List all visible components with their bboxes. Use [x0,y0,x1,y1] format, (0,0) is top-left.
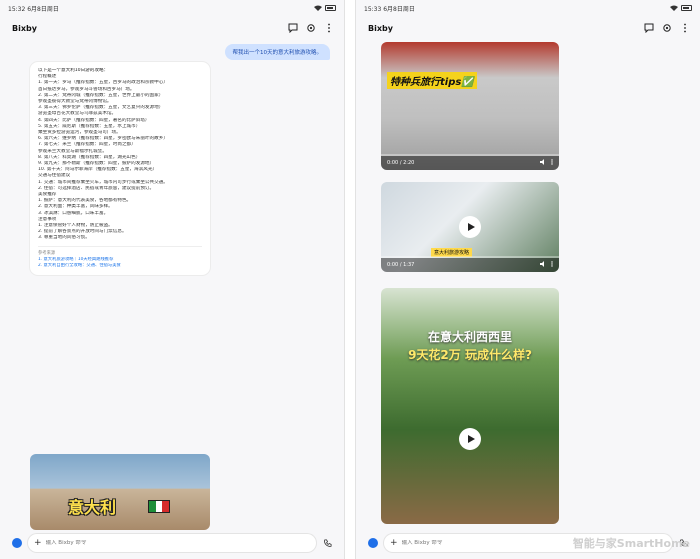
volume-icon[interactable] [540,159,547,167]
command-input-field[interactable]: + [28,534,316,552]
divider [38,245,202,247]
settings-gear-icon[interactable] [662,23,672,33]
chat-icon[interactable] [644,23,654,33]
answer-line: 3. 尊重当地的风俗习惯。 [38,235,90,241]
video-controls: 0:00 / 2:20 [381,156,559,170]
left-screen: 15:32 6月8日周日 Bixby 帮我出一个10天的意大利旅游攻略。 以下是… [0,0,345,559]
header-actions [644,23,690,33]
video-title-line-2: 9天花2万 玩成什么样? [408,348,532,362]
settings-gear-icon[interactable] [306,23,316,33]
app-header: Bixby [356,16,700,40]
user-message-bubble: 帮我出一个10天的意大利旅游攻略。 [224,44,330,60]
more-options-icon[interactable] [680,23,690,33]
bixby-voice-icon[interactable] [12,538,22,548]
status-time-date: 15:33 6月8日周日 [364,5,415,13]
answer-text: 以下是一个意大利10日游的攻略： 行程概述 1. 第一天：罗马（推荐指数：五星，古罗… [38,68,202,242]
video-card-2[interactable]: 意大利旅游攻略 0:00 / 1:37 [381,182,559,272]
italian-flag-icon [148,500,170,513]
status-icons [314,5,336,11]
input-bar: + [12,533,332,553]
screenshot-frame: 15:32 6月8日周日 Bixby 帮我出一个10天的意大利旅游攻略。 以下是… [0,0,700,559]
chat-icon[interactable] [288,23,298,33]
chat-area: 帮我出一个10天的意大利旅游攻略。 以下是一个意大利10日游的攻略： 行程概述 1.… [0,40,344,531]
right-screen: 15:33 6月8日周日 Bixby 特种兵旅行tips✅ 0:00 / 2:2… [355,0,700,559]
more-vert-icon[interactable] [551,159,553,167]
phone-icon[interactable] [322,538,332,548]
status-bar: 15:32 6月8日周日 [0,0,344,16]
status-bar: 15:33 6月8日周日 [356,0,700,16]
app-title: Bixby [368,23,393,33]
bixby-voice-icon[interactable] [368,538,378,548]
video-title-line-1: 在意大利西西里 [427,330,512,344]
app-title: Bixby [12,23,37,33]
video-controls: 0:00 / 1:37 [381,258,559,272]
video-time: 0:00 / 1:37 [387,262,415,268]
status-icons [670,5,692,11]
command-input[interactable] [45,540,310,546]
add-attachment-icon[interactable]: + [34,538,42,548]
video-time: 0:00 / 2:20 [387,160,415,166]
play-button-icon[interactable] [459,216,481,238]
video-card-1[interactable]: 特种兵旅行tips✅ 0:00 / 2:20 [381,42,559,170]
watermark: 智能与家SmartHome [572,537,690,550]
battery-icon [681,5,692,11]
italy-video-thumbnail[interactable]: 意大利 [30,454,210,530]
assistant-answer-card: 以下是一个意大利10日游的攻略： 行程概述 1. 第一天：罗马（推荐指数：五星，古罗… [30,62,210,275]
wifi-icon [670,5,678,11]
battery-icon [325,5,336,11]
header-actions [288,23,334,33]
volume-icon[interactable] [540,261,547,269]
wifi-icon [314,5,322,11]
app-header: Bixby [0,16,344,40]
video-caption: 特种兵旅行tips✅ [387,72,477,89]
more-options-icon[interactable] [324,23,334,33]
status-time-date: 15:32 6月8日周日 [8,5,59,13]
source-link-2[interactable]: 2. 意大利自由行全攻略：交通、住宿与美食 [38,263,202,269]
thumbnail-title: 意大利 [68,498,117,517]
video-card-3[interactable]: 在意大利西西里 9天花2万 玩成什么样? [381,288,559,524]
more-vert-icon[interactable] [551,261,553,269]
add-attachment-icon[interactable]: + [390,538,398,548]
play-button-icon[interactable] [459,428,481,450]
